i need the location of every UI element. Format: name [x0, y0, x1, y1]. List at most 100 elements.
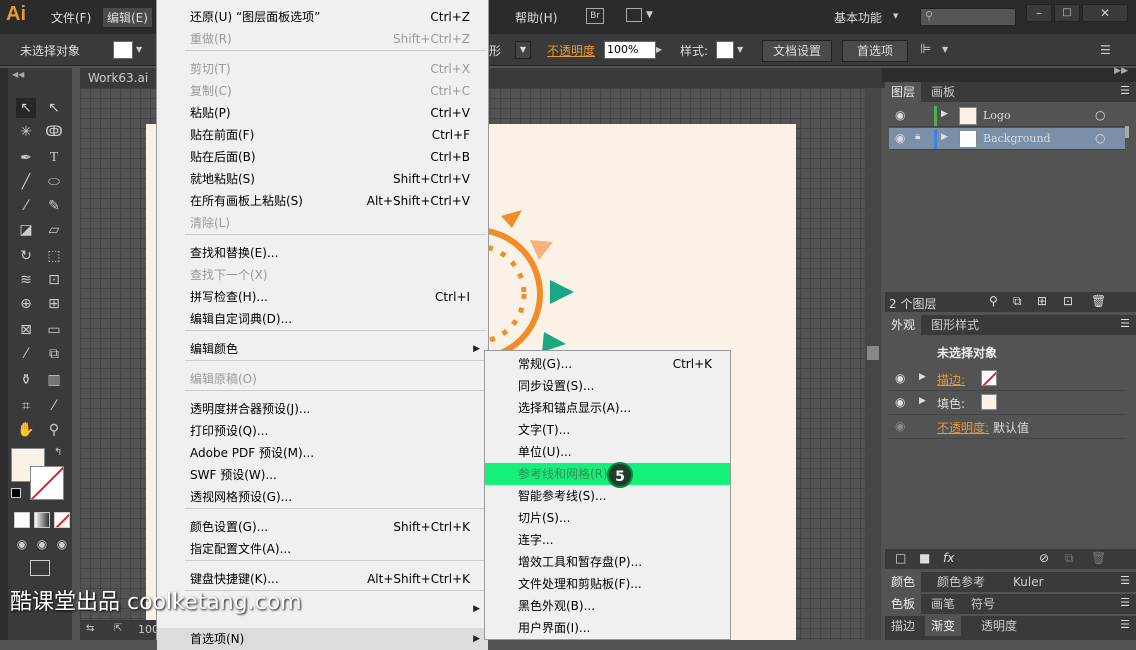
nav-icon[interactable]: ⇆ [86, 623, 94, 634]
close-button[interactable]: ✕ [1082, 4, 1128, 22]
line-tool-icon[interactable]: ╱ [16, 172, 36, 192]
eye-icon[interactable]: ◉ [895, 131, 905, 145]
minimize-button[interactable]: – [1026, 4, 1052, 22]
align-icon[interactable]: ⊫ [920, 42, 931, 57]
slice-tool-icon[interactable]: ⁄ [44, 396, 64, 416]
preferences-menu-item[interactable]: 文字(T)... [485, 419, 730, 441]
edit-menu-item[interactable]: 就地粘贴(S) Shift+Ctrl+V [157, 168, 488, 190]
preferences-menu-item[interactable]: 参考线和网格(R)... 5 [485, 462, 730, 488]
stroke-row[interactable]: ◉ ▶ 描边: [889, 367, 1125, 391]
paintbrush-icon[interactable]: ⁄ [16, 196, 36, 216]
opacity-row[interactable]: ◉ 不透明度: 默认值 [889, 415, 1125, 439]
edit-menu-item[interactable]: SWF 预设(W)... [157, 464, 488, 486]
edit-menu-item[interactable]: 指定配置文件(A)... [157, 538, 488, 560]
preferences-menu-item[interactable]: 常规(G)... Ctrl+K [485, 353, 730, 375]
tab-color-guide[interactable]: 颜色参考 [931, 572, 991, 592]
preferences-menu-item[interactable]: 文件处理和剪贴板(F)... [485, 573, 730, 595]
tab-transparency[interactable]: 透明度 [975, 616, 1023, 636]
direct-selection-tool-icon[interactable]: ↖ [44, 98, 64, 118]
screen-mode-icon[interactable] [30, 560, 50, 576]
swap-colors-icon[interactable]: ↰ [54, 447, 62, 458]
panel-menu-icon[interactable]: ☰ [1120, 618, 1130, 631]
trash-icon[interactable]: 🗑︎ [1091, 551, 1106, 565]
preferences-menu-item[interactable]: 单位(U)... [485, 441, 730, 463]
chevron-down-icon[interactable]: ▼ [515, 41, 531, 59]
preferences-menu-item[interactable]: 智能参考线(S)... [485, 485, 730, 507]
pen-tool-icon[interactable]: ✒ [16, 148, 36, 168]
edit-menu-item[interactable]: 清除(L) [157, 212, 488, 234]
fill-swatch[interactable] [981, 394, 997, 410]
fill-row[interactable]: ◉ ▶ 填色: [889, 391, 1125, 415]
new-layer-icon[interactable]: ⊡ [1063, 294, 1073, 308]
mesh-tool-icon[interactable]: ⊠ [16, 320, 36, 340]
add-stroke-icon[interactable]: □ [895, 551, 906, 565]
style-swatch[interactable] [716, 41, 734, 59]
document-tab[interactable]: Work63.ai [88, 71, 148, 85]
free-transform-icon[interactable]: ⊡ [44, 270, 64, 290]
eye-icon[interactable]: ◉ [895, 371, 905, 385]
color-mode-icon[interactable] [14, 512, 30, 528]
target-circle-icon[interactable]: ○ [1095, 131, 1105, 145]
document-settings-button[interactable]: 文档设置 [762, 40, 832, 62]
edit-menu-item[interactable]: 还原(U) “图层面板选项” Ctrl+Z [157, 6, 488, 28]
perspective-grid-icon[interactable]: ⊞ [44, 294, 64, 314]
stroke-swatch[interactable] [981, 370, 997, 386]
edit-menu-item[interactable]: 编辑原稿(O) [157, 368, 488, 390]
expand-triangle-icon[interactable]: ▶ [919, 372, 926, 382]
search-input[interactable]: ⚲ [920, 8, 1016, 26]
chevron-down-icon[interactable]: ▼ [136, 45, 142, 54]
none-mode-icon[interactable] [54, 512, 70, 528]
panel-menu-icon[interactable]: ☰ [1100, 43, 1111, 57]
eye-icon[interactable]: ◉ [895, 108, 905, 122]
opacity-link[interactable]: 不透明度 [547, 42, 595, 59]
edit-menu-item[interactable]: 复制(C) Ctrl+C [157, 80, 488, 102]
artboard-tool-icon[interactable]: ⌗ [16, 396, 36, 416]
tab-symbols[interactable]: 符号 [965, 594, 1001, 614]
edit-menu-item[interactable]: 粘贴(P) Ctrl+V [157, 102, 488, 124]
edit-menu-item[interactable]: 贴在前面(F) Ctrl+F [157, 124, 488, 146]
gradient-mode-icon[interactable] [34, 512, 50, 528]
expand-triangle-icon[interactable]: ▶ [941, 109, 948, 119]
add-effect-icon[interactable]: fx [943, 551, 954, 565]
menu-edit[interactable]: 编辑(E) [103, 8, 152, 27]
tab-appearance[interactable]: 外观 [885, 315, 922, 335]
preferences-menu-item[interactable]: 连字... [485, 529, 730, 551]
preferences-menu-item[interactable]: 用户界面(I)... [485, 617, 730, 639]
preferences-menu-item[interactable]: 黑色外观(B)... [485, 595, 730, 617]
edit-menu-item[interactable]: 拼写检查(H)... Ctrl+I [157, 286, 488, 308]
panel-menu-icon[interactable]: ☰ [1120, 596, 1130, 609]
scroll-thumb[interactable] [867, 346, 879, 360]
layer-name[interactable]: Background [983, 132, 1051, 145]
clear-appearance-icon[interactable]: ⊘ [1039, 551, 1049, 565]
tab-kuler[interactable]: Kuler [1007, 572, 1050, 592]
chevron-down-icon[interactable]: ▼ [737, 45, 743, 54]
edit-menu-item[interactable]: 贴在后面(B) Ctrl+B [157, 146, 488, 168]
lock-icon[interactable]: 🔒︎ [915, 131, 920, 142]
edit-menu-item[interactable]: Adobe PDF 预设(M)... [157, 442, 488, 464]
collapse-panels-icon[interactable]: ▶▶ [1114, 66, 1128, 76]
eye-icon[interactable]: ◉ [895, 419, 905, 433]
stroke-color-box[interactable] [30, 466, 64, 500]
panel-menu-icon[interactable]: ☰ [1120, 574, 1130, 587]
preferences-menu-item[interactable]: 同步设置(S)... [485, 375, 730, 397]
column-graph-icon[interactable]: ▥ [44, 370, 64, 390]
tab-layers[interactable]: 图层 [885, 82, 922, 102]
expand-triangle-icon[interactable]: ▶ [919, 396, 926, 406]
duplicate-item-icon[interactable]: ⧉ [1065, 551, 1074, 566]
preferences-menu-item[interactable]: 增效工具和暂存盘(P)... [485, 551, 730, 573]
bridge-icon[interactable]: Br [586, 8, 604, 24]
selection-tool-icon[interactable]: ↖ [16, 98, 36, 118]
preferences-menu-item[interactable]: 切片(S)... [485, 507, 730, 529]
tab-color[interactable]: 颜色 [885, 572, 922, 592]
share-icon[interactable]: ⇱ [114, 623, 122, 634]
eyedropper-icon[interactable]: ⁄ [16, 344, 36, 364]
type-tool-icon[interactable]: T [44, 148, 64, 168]
blend-tool-icon[interactable]: ⧉ [44, 344, 64, 364]
edit-menu-item[interactable]: 颜色设置(G)... Shift+Ctrl+K [157, 516, 488, 538]
hand-tool-icon[interactable]: ✋ [16, 420, 36, 440]
scale-tool-icon[interactable]: ⬚ [44, 246, 64, 266]
layer-row[interactable]: ◉ ▶ Logo ○ [889, 105, 1125, 127]
layer-name[interactable]: Logo [983, 109, 1011, 122]
pencil-icon[interactable]: ✎ [44, 196, 64, 216]
default-colors-icon[interactable] [11, 488, 21, 498]
